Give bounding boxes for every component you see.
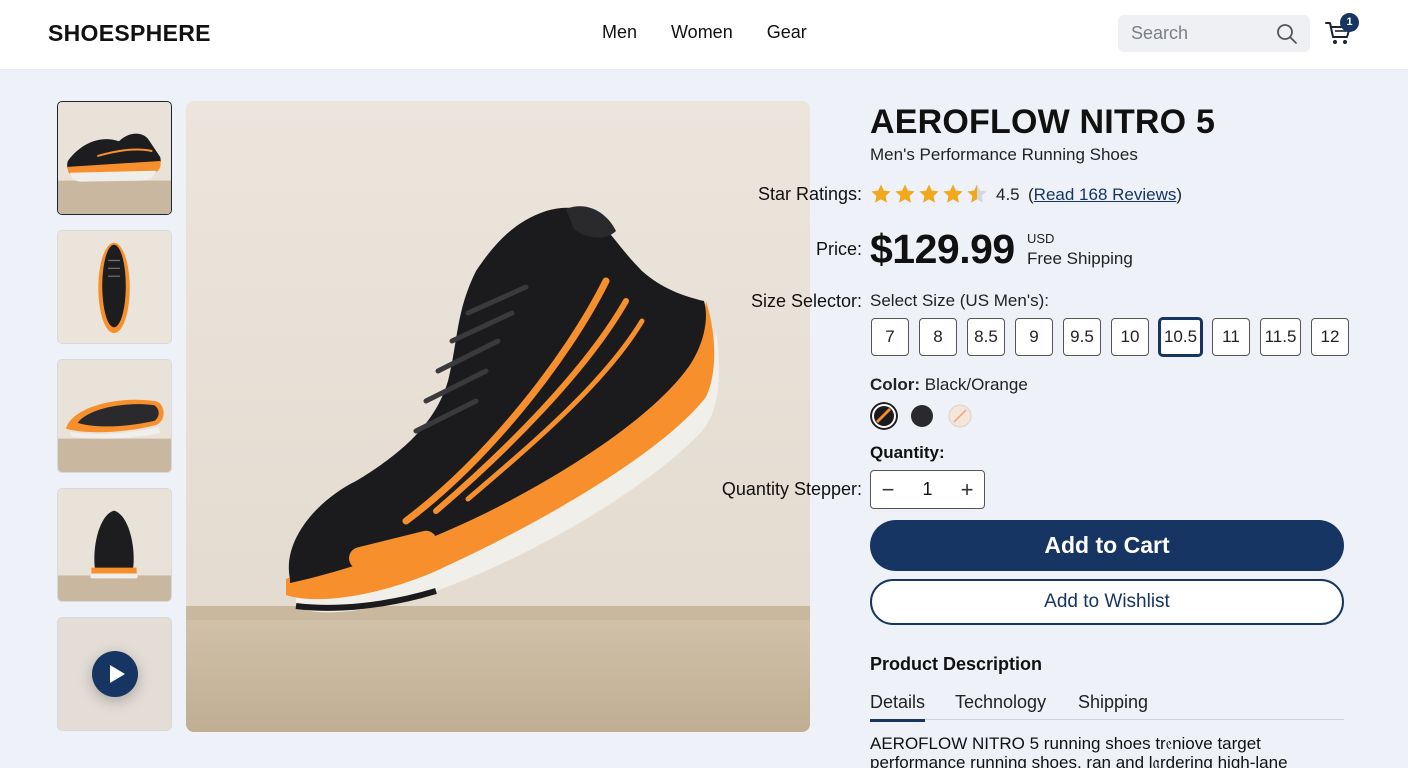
add-to-cart-button[interactable]: Add to Cart xyxy=(870,520,1344,571)
reviews-count: (Read 168 Reviews) xyxy=(1028,185,1182,205)
thumbnail-sole-view[interactable] xyxy=(57,359,172,473)
site-header: SHOESPHERE Men Women Gear 1 xyxy=(0,0,1408,70)
color-swatches xyxy=(870,402,974,430)
rating-value: 4.5 xyxy=(996,185,1020,204)
cart-count-badge: 1 xyxy=(1340,13,1359,32)
add-to-wishlist-button[interactable]: Add to Wishlist xyxy=(870,579,1344,625)
main-product-image xyxy=(186,101,810,732)
size-selector: 7 8 8.5 9 9.5 10 10.5 11 11.5 12 xyxy=(871,318,1349,356)
tab-shipping[interactable]: Shipping xyxy=(1078,692,1148,719)
search-icon[interactable] xyxy=(1275,22,1299,46)
size-option-8-5[interactable]: 8.5 xyxy=(967,318,1005,356)
quantity-increase-button[interactable]: + xyxy=(950,471,984,508)
nav-link-gear[interactable]: Gear xyxy=(767,22,807,43)
star-icon xyxy=(943,184,963,203)
star-icon xyxy=(967,184,987,203)
color-value: Black/Orange xyxy=(924,375,1028,394)
size-selector-label: Size Selector: xyxy=(750,291,862,311)
price-amount: $129.99 xyxy=(870,226,1015,272)
shoe-side-thumbnail-image xyxy=(58,102,171,214)
star-icon xyxy=(871,184,891,203)
size-option-8[interactable]: 8 xyxy=(919,318,957,356)
nav-link-women[interactable]: Women xyxy=(671,22,733,43)
size-option-9[interactable]: 9 xyxy=(1015,318,1053,356)
size-heading: Select Size (US Men's): xyxy=(870,291,1049,310)
product-title: AEROFLOW NITRO 5 xyxy=(870,103,1216,141)
nav-link-men[interactable]: Men xyxy=(602,22,637,43)
swatch-black[interactable] xyxy=(908,402,936,430)
reviews-paren-close: ) xyxy=(1176,185,1183,204)
search-box xyxy=(1118,15,1310,52)
play-icon[interactable] xyxy=(92,651,138,697)
description-tabs: Details Technology Shipping xyxy=(870,690,1344,722)
size-option-10-5[interactable]: 10.5 xyxy=(1159,318,1202,356)
size-option-9-5[interactable]: 9.5 xyxy=(1063,318,1101,356)
quantity-stepper: − 1 + xyxy=(870,470,985,509)
shoe-sole-thumbnail-image xyxy=(58,360,171,472)
quantity-label: Quantity: xyxy=(870,443,945,462)
size-option-10[interactable]: 10 xyxy=(1111,318,1149,356)
star-ratings-label: Star Ratings: xyxy=(757,184,862,204)
product-subtitle: Men's Performance Running Shoes xyxy=(870,145,1138,164)
product-description-heading: Product Description xyxy=(870,654,1043,674)
thumbnail-top-view[interactable] xyxy=(57,230,172,344)
star-rating xyxy=(870,183,988,205)
shipping-note: Free Shipping xyxy=(1027,249,1133,268)
size-option-11-5[interactable]: 11.5 xyxy=(1260,318,1301,356)
thumbnail-side-view[interactable] xyxy=(57,101,172,215)
quantity-value[interactable]: 1 xyxy=(905,479,950,500)
tab-technology[interactable]: Technology xyxy=(955,692,1046,719)
size-option-12[interactable]: 12 xyxy=(1311,318,1349,356)
quantity-decrease-button[interactable]: − xyxy=(871,471,905,508)
color-label-key: Color: xyxy=(870,375,921,394)
product-description-text: AEROFLOW NITRO 5 running shoes tr𝔢niove … xyxy=(870,734,1288,768)
price-currency: USD xyxy=(1027,231,1055,246)
shoe-top-thumbnail-image xyxy=(58,231,171,343)
shoe-back-thumbnail-image xyxy=(58,489,171,601)
price-label: Price: xyxy=(815,239,862,259)
running-shoe-hero-image xyxy=(186,101,810,732)
star-icon xyxy=(895,184,915,203)
size-option-11[interactable]: 11 xyxy=(1212,318,1250,356)
tab-details[interactable]: Details xyxy=(870,692,926,722)
search-input[interactable] xyxy=(1118,15,1268,52)
swatch-white-peach[interactable] xyxy=(946,402,974,430)
quantity-stepper-label: Quantity Stepper: xyxy=(721,479,862,499)
main-nav: Men Women Gear xyxy=(602,22,807,43)
thumbnail-video[interactable] xyxy=(57,617,172,731)
thumbnail-back-view[interactable] xyxy=(57,488,172,602)
site-logo[interactable]: SHOESPHERE xyxy=(48,20,211,47)
size-option-7[interactable]: 7 xyxy=(871,318,909,356)
read-reviews-link[interactable]: Read 168 Reviews xyxy=(1034,185,1177,204)
swatch-black-orange[interactable] xyxy=(870,402,898,430)
star-icon xyxy=(919,184,939,203)
color-label: Color: Black/Orange xyxy=(870,375,1028,395)
